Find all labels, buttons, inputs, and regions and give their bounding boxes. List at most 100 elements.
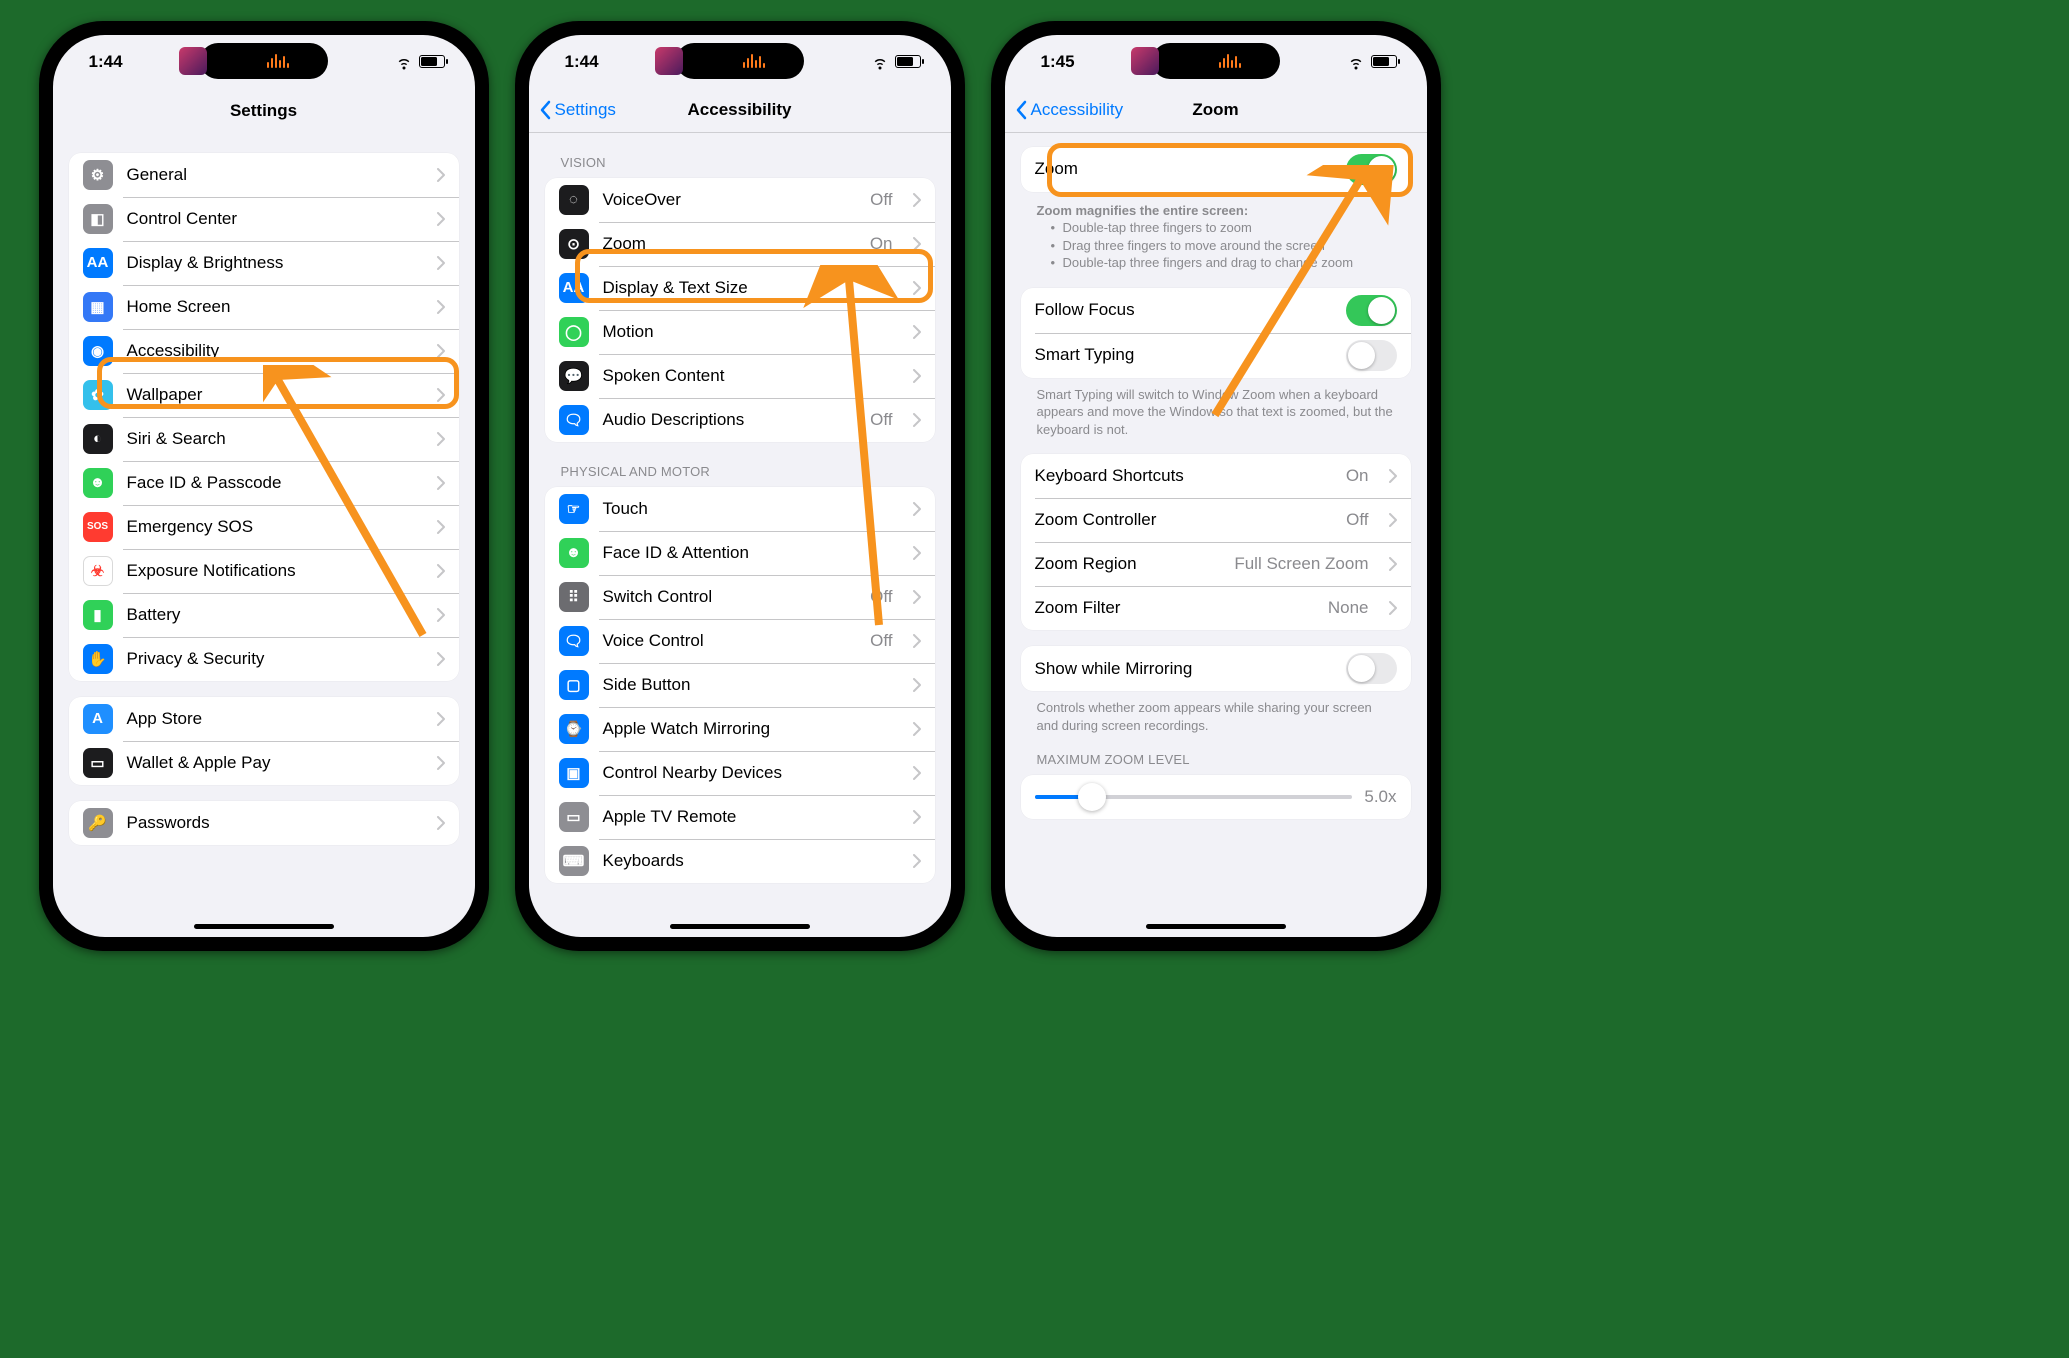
settings-row[interactable]: ▣ Control Nearby Devices: [545, 751, 935, 795]
chevron-right-icon: [1389, 557, 1397, 571]
back-label: Settings: [555, 100, 616, 120]
phone-settings: 1:44 Settings ⚙︎ General ◧ Control Cente…: [39, 21, 489, 951]
row-icon: ☻: [83, 468, 113, 498]
row-icon: ☻: [559, 538, 589, 568]
toggle-switch[interactable]: [1346, 653, 1397, 684]
row-label: Face ID & Passcode: [127, 473, 417, 493]
row-label: Face ID & Attention: [603, 543, 893, 563]
toggle-switch[interactable]: [1346, 340, 1397, 371]
row-icon: 🗨: [559, 405, 589, 435]
settings-row[interactable]: 🗨 Voice Control Off: [545, 619, 935, 663]
row-label: App Store: [127, 709, 417, 729]
row-value: Off: [870, 631, 892, 651]
settings-row[interactable]: Zoom Region Full Screen Zoom: [1021, 542, 1411, 586]
settings-row[interactable]: ⚙︎ General: [69, 153, 459, 197]
settings-row[interactable]: Zoom Controller Off: [1021, 498, 1411, 542]
dynamic-island: [676, 43, 804, 79]
row-icon: ▭: [559, 802, 589, 832]
chevron-right-icon: [437, 756, 445, 770]
wifi-icon: [395, 53, 413, 71]
settings-row[interactable]: 🔑 Passwords: [69, 801, 459, 845]
row-icon: AA: [83, 248, 113, 278]
chevron-right-icon: [913, 237, 921, 251]
section-header: VISION: [545, 133, 935, 178]
section-header: MAXIMUM ZOOM LEVEL: [1021, 734, 1411, 775]
battery-icon: [419, 55, 445, 68]
settings-row[interactable]: 🗨 Audio Descriptions Off: [545, 398, 935, 442]
row-label: Zoom: [1035, 159, 1332, 179]
settings-row[interactable]: ◉ Accessibility: [69, 329, 459, 373]
settings-row[interactable]: ☞ Touch: [545, 487, 935, 531]
chevron-right-icon: [437, 816, 445, 830]
row-icon: SOS: [83, 512, 113, 542]
wifi-icon: [1347, 53, 1365, 71]
navbar: Settings: [53, 89, 475, 133]
settings-row[interactable]: Show while Mirroring: [1021, 646, 1411, 691]
chevron-right-icon: [913, 325, 921, 339]
settings-row[interactable]: Zoom Filter None: [1021, 586, 1411, 630]
row-value: On: [870, 234, 893, 254]
zoom-toggle-row[interactable]: Zoom: [1021, 147, 1411, 192]
settings-row[interactable]: Smart Typing: [1021, 333, 1411, 378]
navbar: Settings Accessibility: [529, 89, 951, 133]
settings-row[interactable]: Keyboard Shortcuts On: [1021, 454, 1411, 498]
home-indicator: [1146, 924, 1286, 929]
toggle-switch[interactable]: [1346, 295, 1397, 326]
settings-row[interactable]: Follow Focus: [1021, 288, 1411, 333]
settings-row[interactable]: ☻ Face ID & Passcode: [69, 461, 459, 505]
row-label: Battery: [127, 605, 417, 625]
row-label: Accessibility: [127, 341, 417, 361]
back-button[interactable]: Accessibility: [1015, 100, 1124, 120]
settings-row[interactable]: ⌨ Keyboards: [545, 839, 935, 883]
settings-row[interactable]: A App Store: [69, 697, 459, 741]
row-icon: ✿: [83, 380, 113, 410]
row-label: Zoom Region: [1035, 554, 1221, 574]
row-icon: ☣: [83, 556, 113, 586]
settings-row[interactable]: ▮ Battery: [69, 593, 459, 637]
settings-group: ⚙︎ General ◧ Control Center AA Display &…: [69, 153, 459, 681]
settings-row[interactable]: ◧ Control Center: [69, 197, 459, 241]
row-label: Keyboard Shortcuts: [1035, 466, 1332, 486]
page-title: Zoom: [1192, 100, 1238, 120]
settings-row[interactable]: ▦ Home Screen: [69, 285, 459, 329]
settings-row[interactable]: ☣ Exposure Notifications: [69, 549, 459, 593]
settings-row[interactable]: ◌ VoiceOver Off: [545, 178, 935, 222]
settings-row[interactable]: 💬 Spoken Content: [545, 354, 935, 398]
row-icon: ▢: [559, 670, 589, 700]
row-icon: ⠿: [559, 582, 589, 612]
row-icon: 🗨: [559, 626, 589, 656]
row-icon: ⚙︎: [83, 160, 113, 190]
settings-row[interactable]: ⌚ Apple Watch Mirroring: [545, 707, 935, 751]
max-zoom-slider[interactable]: 5.0x: [1021, 775, 1411, 819]
chevron-right-icon: [437, 344, 445, 358]
toggle-switch[interactable]: [1346, 154, 1397, 185]
slider-value: 5.0x: [1364, 787, 1396, 807]
settings-row[interactable]: ◯ Motion: [545, 310, 935, 354]
phone-accessibility: 1:44 Settings Accessibility VISION ◌ Voi…: [515, 21, 965, 951]
row-icon: ▦: [83, 292, 113, 322]
settings-row[interactable]: AA Display & Text Size: [545, 266, 935, 310]
settings-group: A App Store ▭ Wallet & Apple Pay: [69, 697, 459, 785]
row-icon: ◌: [559, 185, 589, 215]
settings-row[interactable]: ▭ Wallet & Apple Pay: [69, 741, 459, 785]
settings-row[interactable]: ▭ Apple TV Remote: [545, 795, 935, 839]
settings-row[interactable]: ✋ Privacy & Security: [69, 637, 459, 681]
settings-row[interactable]: ☻ Face ID & Attention: [545, 531, 935, 575]
settings-row[interactable]: ⊙ Zoom On: [545, 222, 935, 266]
settings-row[interactable]: ▢ Side Button: [545, 663, 935, 707]
settings-row[interactable]: ⠿ Switch Control Off: [545, 575, 935, 619]
settings-row[interactable]: ✿ Wallpaper: [69, 373, 459, 417]
row-label: Keyboards: [603, 851, 893, 871]
row-icon: ◉: [83, 336, 113, 366]
settings-row[interactable]: AA Display & Brightness: [69, 241, 459, 285]
settings-group: ☞ Touch ☻ Face ID & Attention ⠿ Switch C…: [545, 487, 935, 883]
settings-row[interactable]: SOS Emergency SOS: [69, 505, 459, 549]
settings-row[interactable]: ◐ Siri & Search: [69, 417, 459, 461]
chevron-right-icon: [437, 564, 445, 578]
row-icon: ◧: [83, 204, 113, 234]
chevron-right-icon: [437, 432, 445, 446]
row-label: Siri & Search: [127, 429, 417, 449]
row-icon: ▮: [83, 600, 113, 630]
back-button[interactable]: Settings: [539, 100, 616, 120]
row-label: Motion: [603, 322, 893, 342]
